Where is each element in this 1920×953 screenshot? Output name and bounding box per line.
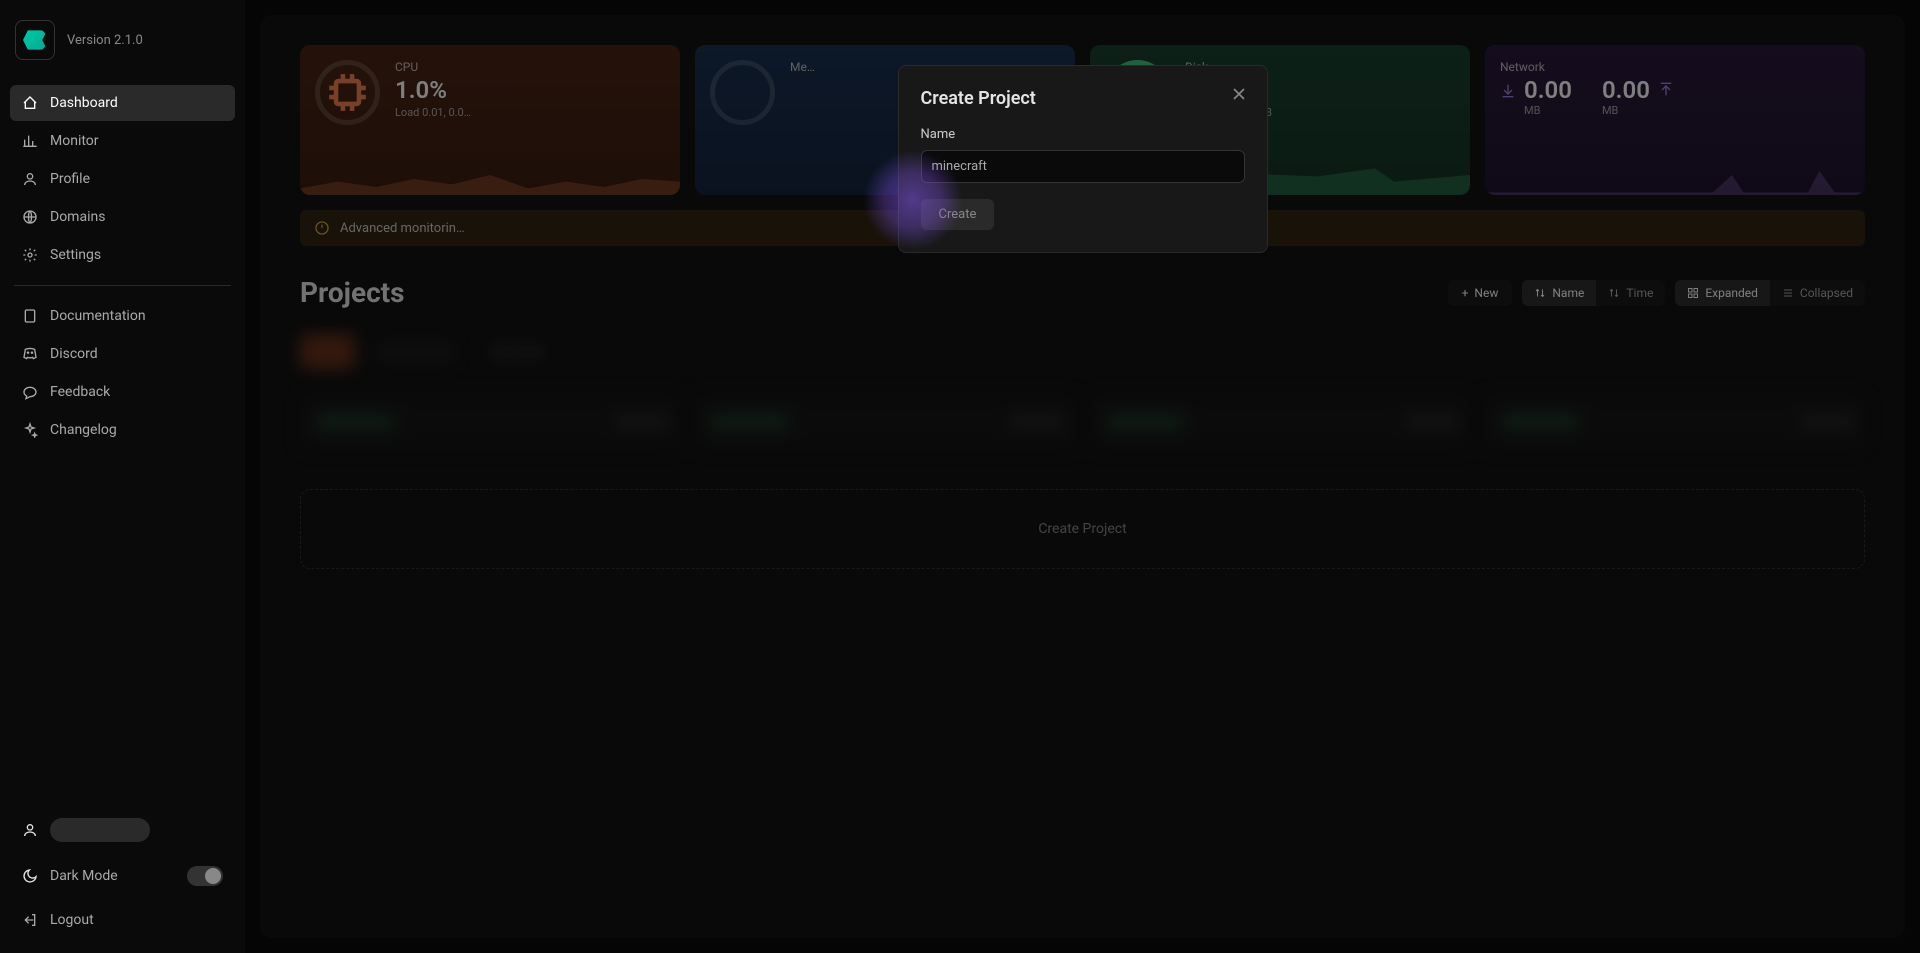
dark-mode-toggle[interactable] bbox=[187, 866, 223, 886]
create-project-modal: Create Project Name Create bbox=[898, 65, 1268, 253]
chart-icon bbox=[22, 133, 38, 149]
nav-label: Discord bbox=[50, 346, 98, 362]
app-logo[interactable] bbox=[15, 20, 55, 60]
modal-close-button[interactable] bbox=[1229, 84, 1249, 104]
create-button[interactable]: Create bbox=[921, 199, 995, 230]
nav-changelog[interactable]: Changelog bbox=[10, 412, 235, 448]
logout-icon bbox=[22, 912, 38, 928]
dark-mode-row: Dark Mode bbox=[10, 858, 235, 894]
book-icon bbox=[22, 308, 38, 324]
chat-icon bbox=[22, 384, 38, 400]
nav-label: Domains bbox=[50, 209, 105, 225]
nav-settings[interactable]: Settings bbox=[10, 237, 235, 273]
close-icon bbox=[1229, 84, 1249, 104]
dark-mode-label: Dark Mode bbox=[50, 868, 118, 884]
version-label: Version 2.1.0 bbox=[67, 33, 143, 48]
nav-label: Documentation bbox=[50, 308, 146, 324]
modal-overlay[interactable]: Create Project Name Create bbox=[245, 0, 1920, 953]
nav-label: Settings bbox=[50, 247, 101, 263]
nav-divider bbox=[14, 285, 231, 286]
user-name-placeholder bbox=[50, 818, 150, 842]
nav-feedback[interactable]: Feedback bbox=[10, 374, 235, 410]
user-icon bbox=[22, 822, 38, 838]
gear-icon bbox=[22, 247, 38, 263]
user-row[interactable] bbox=[10, 810, 235, 850]
nav-discord[interactable]: Discord bbox=[10, 336, 235, 372]
nav-domains[interactable]: Domains bbox=[10, 199, 235, 235]
modal-name-label: Name bbox=[921, 127, 1245, 142]
home-icon bbox=[22, 95, 38, 111]
logo-row: Version 2.1.0 bbox=[10, 15, 235, 65]
nav-label: Profile bbox=[50, 171, 90, 187]
project-name-input[interactable] bbox=[921, 150, 1245, 183]
globe-icon bbox=[22, 209, 38, 225]
discord-icon bbox=[22, 346, 38, 362]
nav-documentation[interactable]: Documentation bbox=[10, 298, 235, 334]
nav-label: Changelog bbox=[50, 422, 117, 438]
nav-logout[interactable]: Logout bbox=[10, 902, 235, 938]
nav-label: Dashboard bbox=[50, 95, 118, 111]
sparkle-icon bbox=[22, 422, 38, 438]
nav-label: Logout bbox=[50, 912, 94, 928]
nav-profile[interactable]: Profile bbox=[10, 161, 235, 197]
nav-dashboard[interactable]: Dashboard bbox=[10, 85, 235, 121]
nav-monitor[interactable]: Monitor bbox=[10, 123, 235, 159]
nav-label: Monitor bbox=[50, 133, 99, 149]
nav-label: Feedback bbox=[50, 384, 110, 400]
user-icon bbox=[22, 171, 38, 187]
modal-title: Create Project bbox=[921, 88, 1245, 109]
moon-icon bbox=[22, 868, 38, 884]
